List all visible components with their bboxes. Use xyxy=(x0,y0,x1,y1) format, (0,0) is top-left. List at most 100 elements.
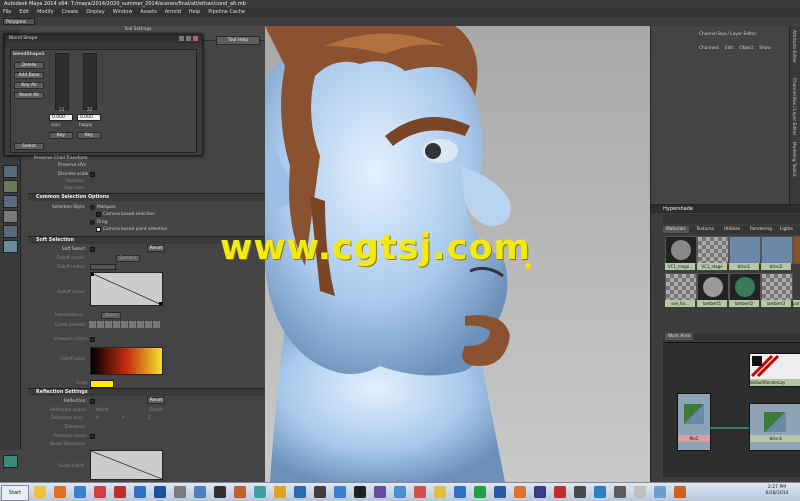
marquee-radio[interactable] xyxy=(90,205,95,210)
modeling-toolkit-tab[interactable]: Modeling Toolkit xyxy=(791,142,796,177)
maximize-icon[interactable] xyxy=(186,36,191,41)
sour-weight-slider[interactable] xyxy=(55,53,69,110)
app-icon[interactable] xyxy=(214,486,226,498)
close-icon[interactable] xyxy=(193,36,198,41)
system-clock[interactable]: 2:27 PM 6/28/2014 xyxy=(760,485,794,499)
app-icon[interactable] xyxy=(534,486,546,498)
show-menu[interactable]: Show xyxy=(759,46,771,51)
materials-tab[interactable]: Materials xyxy=(663,226,689,233)
rendering-tab[interactable]: Rendering xyxy=(747,226,775,233)
falloff-curve-graph[interactable] xyxy=(90,272,163,306)
sour-weight-field[interactable]: 0.000 xyxy=(49,114,73,121)
curve-preset-icon[interactable] xyxy=(105,321,112,328)
soft-select-checkbox[interactable] xyxy=(90,247,95,252)
reset-all-button[interactable]: Reset All xyxy=(14,92,44,99)
app-icon[interactable] xyxy=(254,486,266,498)
app-icon[interactable] xyxy=(374,486,386,498)
curve-preset-icon[interactable] xyxy=(137,321,144,328)
falloff-mode-dropdown[interactable]: Surface xyxy=(116,255,140,262)
firefox-icon[interactable] xyxy=(54,486,66,498)
app-icon[interactable] xyxy=(454,486,466,498)
drag-radio[interactable] xyxy=(90,220,95,225)
start-button[interactable]: Start xyxy=(1,485,29,501)
interpolation-dropdown[interactable]: None xyxy=(101,312,121,319)
curve-preset-icon[interactable] xyxy=(129,321,136,328)
channels-menu[interactable]: Channels xyxy=(699,46,719,51)
menu-help[interactable]: Help xyxy=(189,8,200,17)
render-icon[interactable] xyxy=(3,455,18,468)
menu-file[interactable]: File xyxy=(3,8,11,17)
object-option[interactable]: Object xyxy=(149,408,163,413)
axis-x-option[interactable]: X xyxy=(96,416,99,421)
seam-falloff-graph[interactable] xyxy=(90,450,163,480)
material-swatch[interactable] xyxy=(665,273,697,301)
reflection-checkbox[interactable] xyxy=(90,399,95,404)
app-icon[interactable] xyxy=(654,486,666,498)
menu-modify[interactable]: Modify xyxy=(37,8,54,17)
menu-arnold[interactable]: Arnold xyxy=(165,8,181,17)
utilities-tab[interactable]: Utilities xyxy=(721,226,743,233)
default-render-layer-node[interactable]: defaultRenderLay xyxy=(749,353,800,387)
key-all-button[interactable]: Key All xyxy=(14,82,44,89)
lights-tab[interactable]: Lights xyxy=(777,226,796,233)
work-area-tab[interactable]: Work Area xyxy=(665,333,694,340)
material-swatch[interactable] xyxy=(729,236,761,264)
material-swatch[interactable] xyxy=(697,236,729,264)
app-icon[interactable] xyxy=(634,486,646,498)
edit-menu[interactable]: Edit xyxy=(725,46,733,51)
select-tool-icon[interactable] xyxy=(3,165,18,178)
app-icon[interactable] xyxy=(174,486,186,498)
axis-y-option[interactable]: Y xyxy=(122,416,125,421)
curve-preset-icon[interactable] xyxy=(97,321,104,328)
common-selection-header[interactable]: Common Selection Options xyxy=(28,193,265,201)
falloff-radius-field[interactable] xyxy=(90,264,116,270)
sour-key-button[interactable]: Key xyxy=(49,132,73,139)
app-icon[interactable] xyxy=(394,486,406,498)
delete-button[interactable]: Delete xyxy=(14,62,44,69)
mode-selector[interactable]: Polygons xyxy=(3,18,35,25)
object-menu[interactable]: Object xyxy=(739,46,753,51)
material-swatch[interactable] xyxy=(729,273,761,301)
scale-tool-icon[interactable] xyxy=(3,240,18,253)
app-icon[interactable] xyxy=(514,486,526,498)
app-icon[interactable] xyxy=(134,486,146,498)
textures-tab[interactable]: Textures xyxy=(693,226,717,233)
app-icon[interactable] xyxy=(294,486,306,498)
lasso-tool-icon[interactable] xyxy=(3,180,18,193)
happy-weight-slider[interactable] xyxy=(83,53,97,110)
preserve-seam-checkbox[interactable] xyxy=(90,434,95,439)
material-swatch[interactable] xyxy=(697,273,729,301)
falloff-color-ramp[interactable] xyxy=(90,347,163,375)
world-option[interactable]: World xyxy=(96,408,108,413)
curve-preset-icon[interactable] xyxy=(121,321,128,328)
curve-preset-icon[interactable] xyxy=(113,321,120,328)
node-graph[interactable]: file1 defaultRenderLay blinn1 xyxy=(663,342,800,477)
attribute-editor-tab[interactable]: Attribute Editor xyxy=(791,30,796,63)
material-swatch[interactable] xyxy=(665,236,697,264)
app-icon[interactable] xyxy=(314,486,326,498)
tool-help-button[interactable]: Tool Help xyxy=(216,36,260,45)
app-icon[interactable] xyxy=(594,486,606,498)
reflection-reset-button[interactable]: Reset xyxy=(147,397,165,404)
add-base-button[interactable]: Add Base xyxy=(14,72,44,79)
app-icon[interactable] xyxy=(354,486,366,498)
paint-select-tool-icon[interactable] xyxy=(3,195,18,208)
move-tool-icon[interactable] xyxy=(3,210,18,223)
curve-preset-icon[interactable] xyxy=(145,321,152,328)
app-icon[interactable] xyxy=(494,486,506,498)
chrome-icon[interactable] xyxy=(74,486,86,498)
app-icon[interactable] xyxy=(674,486,686,498)
app-icon[interactable] xyxy=(554,486,566,498)
rotate-tool-icon[interactable] xyxy=(3,225,18,238)
happy-key-button[interactable]: Key xyxy=(77,132,101,139)
file-node[interactable]: file1 xyxy=(677,393,711,451)
menu-window[interactable]: Window xyxy=(113,8,133,17)
menu-display[interactable]: Display xyxy=(86,8,104,17)
app-icon[interactable] xyxy=(194,486,206,498)
app-icon[interactable] xyxy=(114,486,126,498)
minimize-icon[interactable] xyxy=(179,36,184,41)
app-icon[interactable] xyxy=(414,486,426,498)
app-icon[interactable] xyxy=(274,486,286,498)
menu-assets[interactable]: Assets xyxy=(140,8,156,17)
axis-z-option[interactable]: Z xyxy=(148,416,151,421)
